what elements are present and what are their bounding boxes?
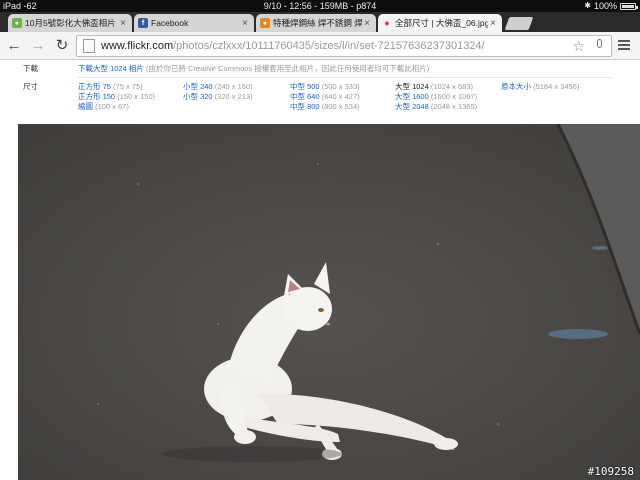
new-tab-button[interactable] <box>504 17 534 30</box>
bookmark-star-icon[interactable]: ☆ <box>572 38 585 55</box>
size-option-dimensions: (240 x 160) <box>212 82 253 91</box>
favicon-icon: ● <box>260 18 270 28</box>
size-option-name[interactable]: 小型 240 <box>183 82 213 91</box>
facebook-icon: f <box>138 18 148 28</box>
size-option-dimensions: (100 x 67) <box>93 102 129 111</box>
photo-image <box>18 124 640 480</box>
url-path: /photos/czlxxx/10111760435/sizes/l/in/se… <box>173 40 485 52</box>
page-content: 下載 下載大型 1024 相片 (由於你已將 Creative Commons … <box>0 60 640 480</box>
page-icon <box>83 39 95 53</box>
close-tab-icon[interactable]: × <box>240 18 250 29</box>
reload-icon[interactable]: ↻ <box>54 38 70 54</box>
download-link[interactable]: 下載大型 1024 相片 <box>78 64 144 73</box>
size-option-name[interactable]: 中型 800 <box>290 102 320 111</box>
size-option[interactable]: 原本大小 (5184 x 3456) <box>501 82 579 92</box>
tab-4-active[interactable]: ● 全部尺寸 | 大佛盃_06.jpg | × <box>378 14 502 32</box>
flickr-icon: ● <box>384 18 390 28</box>
size-option[interactable]: 小型 320 (320 x 213) <box>183 92 253 102</box>
close-tab-icon[interactable]: × <box>362 18 372 29</box>
size-option-dimensions: (800 x 534) <box>319 102 360 111</box>
size-option-name: 大型 1024 <box>395 82 429 91</box>
size-option[interactable]: 小型 240 (240 x 160) <box>183 82 253 92</box>
size-option[interactable]: 大型 2048 (2048 x 1365) <box>395 102 477 112</box>
size-option[interactable]: 中型 500 (500 x 333) <box>290 82 360 92</box>
tab-3[interactable]: ● 特種焊鋼絲 焊不銹鋼 焊鋁 ... × <box>256 14 376 32</box>
size-option-dimensions: (5184 x 3456) <box>531 82 580 91</box>
watermark-text: #109258 <box>587 465 634 478</box>
size-option-dimensions: (150 x 150) <box>115 92 156 101</box>
size-option-dimensions: (1600 x 1067) <box>428 92 478 101</box>
back-arrow-icon[interactable]: ← <box>6 38 22 54</box>
battery-icon <box>620 3 638 10</box>
divider <box>78 77 612 78</box>
license-note: (由於你已將 Creative Commons 授權套用至此相片，因此任何使用者… <box>145 64 430 73</box>
size-option-name[interactable]: 大型 2048 <box>395 102 429 111</box>
tab-label: 特種焊鋼絲 焊不銹鋼 焊鋁 ... <box>273 18 362 28</box>
tab-2[interactable]: f Facebook × <box>134 14 254 32</box>
size-option-dimensions: (1024 x 683) <box>428 82 473 91</box>
size-option-dimensions: (320 x 213) <box>212 92 253 101</box>
forward-arrow-icon[interactable]: → <box>30 38 46 54</box>
microphone-icon[interactable] <box>597 39 602 48</box>
cat-photo: #109258 <box>18 124 640 480</box>
size-option[interactable]: 大型 1600 (1600 x 1067) <box>395 92 477 102</box>
status-bar: iPad -62 9/10 - 12:56 - 159MB - p874 ✱ 1… <box>0 0 640 12</box>
tab-label: Facebook <box>151 18 189 28</box>
menu-icon[interactable] <box>618 40 630 51</box>
size-option-name[interactable]: 縮圖 <box>78 102 93 111</box>
size-option[interactable]: 正方形 150 (150 x 150) <box>78 92 155 102</box>
size-option[interactable]: 中型 640 (640 x 427) <box>290 92 360 102</box>
size-option-dimensions: (2048 x 1365) <box>428 102 478 111</box>
size-option-name[interactable]: 中型 640 <box>290 92 320 101</box>
sizes-panel: 下載 下載大型 1024 相片 (由於你已將 Creative Commons … <box>18 60 612 124</box>
close-tab-icon[interactable]: × <box>488 18 498 29</box>
url-text: www.flickr.com/photos/czlxxx/10111760435… <box>101 40 485 52</box>
size-option[interactable]: 中型 800 (800 x 534) <box>290 102 360 112</box>
size-option-name[interactable]: 正方形 150 <box>78 92 115 101</box>
size-option-dimensions: (640 x 427) <box>319 92 360 101</box>
size-option-name[interactable]: 小型 320 <box>183 92 213 101</box>
tab-label: 全部尺寸 | 大佛盃_06.jpg | <box>395 18 488 28</box>
favicon-icon: ● <box>12 18 22 28</box>
size-option-dimensions: (75 x 75) <box>110 82 143 91</box>
size-option-name[interactable]: 大型 1600 <box>395 92 429 101</box>
size-option-dimensions: (500 x 333) <box>319 82 360 91</box>
tab-strip: ● 10月5號彰化大佛盃相片 ... × f Facebook × ● 特種焊鋼… <box>0 12 640 32</box>
status-center-text: 9/10 - 12:56 - 159MB - p874 <box>263 1 377 11</box>
tab-1[interactable]: ● 10月5號彰化大佛盃相片 ... × <box>8 14 132 32</box>
size-option[interactable]: 縮圖 (100 x 67) <box>78 102 129 112</box>
tab-label: 10月5號彰化大佛盃相片 ... <box>25 18 118 28</box>
download-label: 下載 <box>23 64 38 73</box>
size-option-name[interactable]: 原本大小 <box>501 82 531 91</box>
browser-toolbar: ← → ↻ www.flickr.com/photos/czlxxx/10111… <box>0 32 640 60</box>
size-option-name[interactable]: 中型 500 <box>290 82 320 91</box>
address-bar[interactable]: www.flickr.com/photos/czlxxx/10111760435… <box>76 35 612 57</box>
bluetooth-icon: ✱ <box>584 1 591 10</box>
size-option-name[interactable]: 正方形 75 <box>78 82 111 91</box>
url-host: www.flickr.com <box>101 40 174 52</box>
battery-percent: 100% <box>593 1 617 11</box>
size-option[interactable]: 正方形 75 (75 x 75) <box>78 82 143 92</box>
close-tab-icon[interactable]: × <box>118 18 128 29</box>
sizes-label: 尺寸 <box>23 82 38 91</box>
size-option: 大型 1024 (1024 x 683) <box>395 82 473 92</box>
